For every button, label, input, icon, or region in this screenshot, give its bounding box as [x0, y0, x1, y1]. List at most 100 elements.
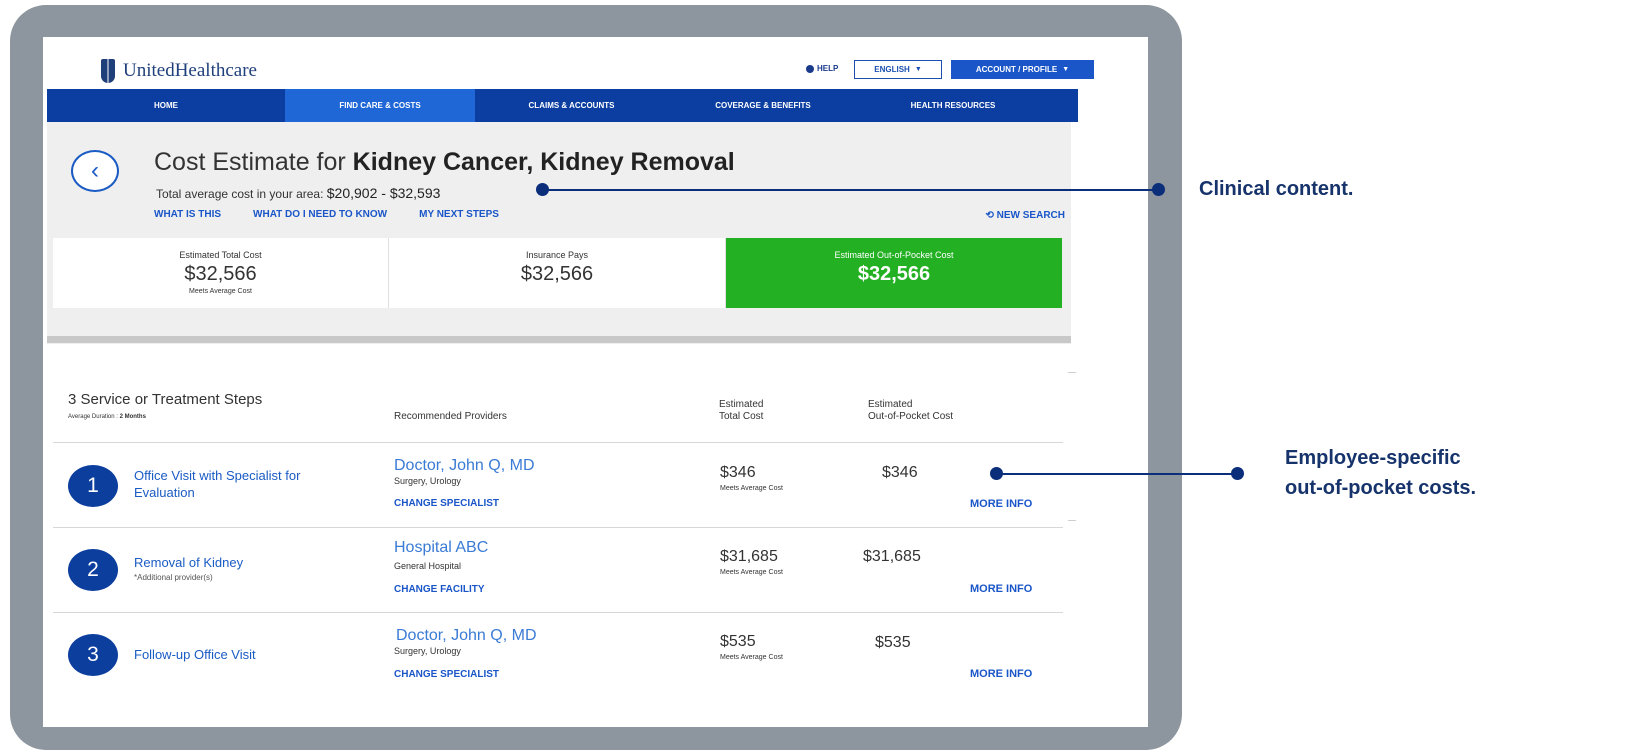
account-label: ACCOUNT / PROFILE [975, 65, 1058, 74]
change-specialist-link[interactable]: CHANGE SPECIALIST [394, 669, 499, 680]
average-cost-label: Total average cost in your area: [156, 187, 327, 201]
card-sub: Meets Average Cost [189, 288, 252, 295]
divider-tick [1068, 520, 1076, 521]
provider-name-link[interactable]: Doctor, John Q, MD [394, 457, 535, 475]
card-amount: $32,566 [857, 263, 931, 285]
average-cost-line: Total average cost in your area: $20,902… [156, 185, 440, 201]
change-specialist-link[interactable]: CHANGE SPECIALIST [394, 498, 499, 509]
insurance-pays-card: Insurance Pays $32,566 [389, 238, 726, 308]
help-icon [806, 64, 814, 73]
col-header-total: Estimated Total Cost [719, 399, 763, 423]
nav-item-health-resources[interactable]: HEALTH RESOURCES [858, 89, 1048, 122]
step-number: 1 [68, 465, 118, 507]
shield-logo-icon [101, 59, 115, 83]
estimated-total-cost: $31,685 [720, 548, 778, 565]
help-label: HELP [817, 64, 839, 73]
duration-value: 2 Months [119, 414, 146, 420]
col-header-total-line1: Estimated [719, 399, 764, 410]
col-header-oop-line1: Estimated [868, 399, 913, 410]
new-search-label: NEW SEARCH [996, 210, 1065, 221]
callout-dot [1231, 467, 1244, 480]
step-name-line2: Evaluation [134, 485, 195, 500]
meets-average-cost: Meets Average Cost [720, 654, 783, 661]
step-name-line1: Office Visit with Specialist for [134, 468, 301, 483]
estimated-oop-cost: $535 [875, 634, 911, 651]
additional-providers-note: *Additional provider(s) [134, 573, 213, 582]
language-dropdown[interactable]: ENGLISH ▼ [854, 60, 942, 79]
step-number: 2 [68, 549, 118, 591]
callout-employee-line1: Employee-specific [1285, 447, 1461, 469]
estimated-total-cost: $535 [720, 633, 756, 650]
col-header-providers: Recommended Providers [394, 411, 507, 422]
section-divider [47, 336, 1071, 343]
estimated-oop-cost: $346 [882, 464, 918, 481]
callout-line [542, 189, 1158, 191]
app-screen: UnitedHealthcare HELP ENGLISH ▼ ACCOUNT … [43, 37, 1148, 727]
provider-specialty: General Hospital [394, 561, 462, 571]
col-header-total-line2: Total Cost [719, 411, 764, 422]
col-header-oop: Estimated Out-of-Pocket Cost [868, 399, 953, 423]
account-profile-dropdown[interactable]: ACCOUNT / PROFILE ▼ [951, 60, 1094, 79]
callout-employee-line2: out-of-pocket costs. [1285, 477, 1477, 499]
provider-name-link[interactable]: Hospital ABC [394, 539, 488, 557]
what-is-this-link[interactable]: WHAT IS THIS [154, 209, 221, 220]
main-nav: HOME FIND CARE & COSTS CLAIMS & ACCOUNTS… [47, 89, 1078, 122]
provider-specialty: Surgery, Urology [394, 476, 461, 486]
callout-clinical: Clinical content. [1199, 178, 1354, 200]
card-label: Estimated Total Cost [179, 250, 262, 260]
logo[interactable]: UnitedHealthcare [101, 59, 257, 83]
step-name-link[interactable]: Office Visit with Specialist for Evaluati… [134, 467, 300, 501]
nav-item-home[interactable]: HOME [47, 89, 285, 122]
out-of-pocket-card: Estimated Out-of-Pocket Cost $32,566 [726, 238, 1062, 308]
cost-estimate-panel: ‹ Cost Estimate for Kidney Cancer, Kidne… [47, 122, 1071, 344]
language-label: ENGLISH [874, 65, 910, 74]
steps-duration: Average Duration : 2 Months [68, 414, 146, 420]
step-name-link[interactable]: Follow-up Office Visit [134, 646, 256, 663]
card-label: Estimated Out-of-Pocket Cost [834, 250, 954, 260]
more-info-link[interactable]: MORE INFO [970, 668, 1032, 680]
provider-specialty: Surgery, Urology [394, 646, 461, 656]
chevron-left-icon: ‹ [91, 157, 99, 184]
callout-employee: Employee-specific out-of-pocket costs. [1285, 443, 1476, 503]
step-number: 3 [68, 634, 118, 676]
divider-tick [1068, 372, 1076, 373]
back-button[interactable]: ‹ [71, 150, 119, 192]
procedure-name: Kidney Cancer, Kidney Removal [352, 148, 735, 176]
meets-average-cost: Meets Average Cost [720, 569, 783, 576]
card-amount: $32,566 [520, 263, 594, 285]
card-label: Insurance Pays [525, 250, 589, 260]
help-link[interactable]: HELP [806, 64, 838, 73]
step-name-line1: Removal of Kidney [134, 555, 244, 570]
change-facility-link[interactable]: CHANGE FACILITY [394, 584, 485, 595]
more-info-link[interactable]: MORE INFO [970, 583, 1032, 595]
title-prefix: Cost Estimate for [154, 148, 353, 176]
callout-dot [1152, 183, 1165, 196]
nav-item-find-care-costs[interactable]: FIND CARE & COSTS [285, 89, 475, 122]
meets-average-cost: Meets Average Cost [720, 485, 783, 492]
estimated-total-cost-card: Estimated Total Cost $32,566 Meets Avera… [53, 238, 389, 308]
step-name-link[interactable]: Removal of Kidney [134, 554, 243, 571]
chevron-down-icon: ▼ [914, 66, 922, 73]
refresh-icon: ⟲ [985, 210, 997, 221]
page-title: Cost Estimate for Kidney Cancer, Kidney … [154, 148, 735, 177]
cost-summary-cards: Estimated Total Cost $32,566 Meets Avera… [53, 238, 1067, 308]
brand-name: UnitedHealthcare [123, 60, 257, 81]
what-do-i-need-to-know-link[interactable]: WHAT DO I NEED TO KNOW [253, 209, 387, 220]
my-next-steps-link[interactable]: MY NEXT STEPS [419, 209, 499, 220]
provider-name-link[interactable]: Doctor, John Q, MD [396, 627, 537, 645]
step-name-line1: Follow-up Office Visit [134, 647, 256, 662]
row-divider [53, 442, 1063, 443]
nav-item-claims-accounts[interactable]: CLAIMS & ACCOUNTS [475, 89, 668, 122]
steps-title: 3 Service or Treatment Steps [68, 391, 263, 408]
estimated-oop-cost: $31,685 [863, 548, 921, 565]
callout-line [996, 473, 1236, 475]
new-search-link[interactable]: ⟲ NEW SEARCH [985, 210, 1065, 221]
estimated-total-cost: $346 [720, 464, 756, 481]
col-header-oop-line2: Out-of-Pocket Cost [868, 411, 954, 422]
info-links: WHAT IS THIS WHAT DO I NEED TO KNOW MY N… [154, 209, 499, 220]
more-info-link[interactable]: MORE INFO [970, 498, 1032, 510]
average-cost-value: $20,902 - $32,593 [326, 185, 441, 201]
nav-item-coverage-benefits[interactable]: COVERAGE & BENEFITS [668, 89, 858, 122]
card-amount: $32,566 [184, 263, 257, 285]
chevron-down-icon: ▼ [1062, 66, 1070, 73]
